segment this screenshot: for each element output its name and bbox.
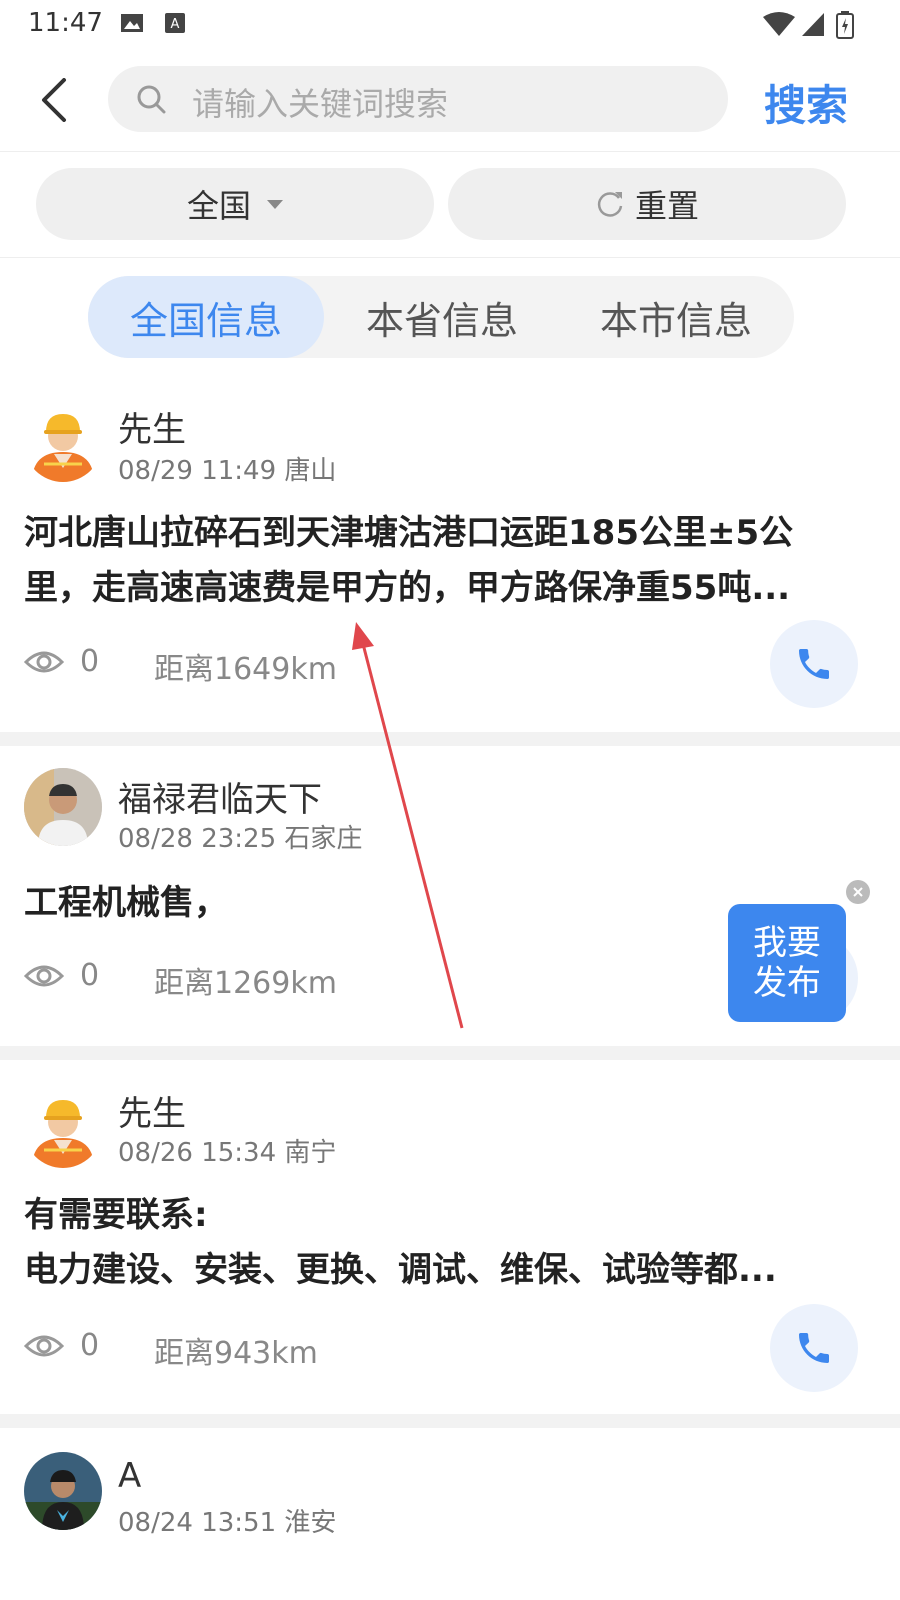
avatar — [24, 404, 102, 482]
search-input[interactable]: 请输入关键词搜索 — [108, 66, 728, 132]
worker-avatar-icon — [32, 414, 94, 482]
close-icon — [853, 887, 863, 897]
view-count: 0 — [24, 958, 99, 993]
avatar — [24, 1452, 102, 1530]
view-count-value: 0 — [80, 958, 100, 993]
post-body: 有需要联系: 电力建设、安装、更换、调试、维保、试验等都... — [24, 1188, 874, 1298]
search-icon — [137, 85, 166, 114]
publish-label-line2: 发布 — [753, 963, 821, 1003]
list-item[interactable]: A 08/24 13:51 淮安 — [0, 1428, 900, 1600]
post-meta: 08/24 13:51 淮安 — [118, 1508, 337, 1538]
poster-name: 先生 — [118, 410, 186, 450]
app-notification-icon: A — [165, 13, 185, 33]
photo-avatar-icon — [24, 768, 102, 846]
tab-national[interactable]: 全国信息 — [88, 276, 324, 358]
avatar — [24, 1090, 102, 1168]
wifi-icon — [763, 12, 795, 36]
tab-province[interactable]: 本省信息 — [324, 276, 560, 358]
image-notification-icon — [121, 14, 143, 32]
publish-close-button[interactable] — [846, 880, 870, 904]
post-body-line: 河北唐山拉碎石到天津塘沽港口运距185公里±5公 — [24, 513, 794, 553]
caret-down-icon — [267, 199, 283, 209]
phone-icon — [799, 1333, 829, 1363]
distance: 距离1269km — [154, 966, 337, 1001]
view-count: 0 — [24, 644, 99, 679]
reset-button[interactable]: 重置 — [448, 168, 846, 240]
status-time: 11:47 — [28, 8, 103, 38]
scope-tabs: 全国信息 本省信息 本市信息 — [88, 276, 794, 358]
phone-icon — [799, 649, 829, 679]
region-label: 全国 — [186, 187, 251, 225]
post-body-line: 有需要联系: — [24, 1195, 208, 1235]
publish-button[interactable]: 我要 发布 — [728, 904, 846, 1022]
publish-label-line1: 我要 — [753, 923, 821, 963]
post-meta: 08/28 23:25 石家庄 — [118, 824, 363, 854]
worker-avatar-icon — [32, 1100, 94, 1168]
post-meta: 08/26 15:34 南宁 — [118, 1138, 337, 1168]
reset-label: 重置 — [634, 187, 699, 225]
refresh-icon — [597, 192, 623, 217]
status-bar: 11:47 A — [0, 0, 900, 48]
poster-name: 先生 — [118, 1094, 186, 1134]
eye-icon — [24, 651, 64, 672]
post-meta: 08/29 11:49 唐山 — [118, 456, 337, 486]
eye-icon — [24, 965, 64, 986]
battery-icon — [836, 11, 854, 39]
eye-icon — [24, 1335, 64, 1356]
view-count-value: 0 — [80, 644, 100, 679]
divider — [0, 1414, 900, 1428]
post-body-line: 电力建设、安装、更换、调试、维保、试验等都... — [24, 1250, 777, 1290]
poster-name: 福禄君临天下 — [118, 780, 322, 820]
divider — [0, 732, 900, 746]
call-button[interactable] — [770, 620, 858, 708]
post-body-line: 里，走高速高速费是甲方的，甲方路保净重55吨... — [24, 568, 791, 608]
filter-bar: 全国 重置 — [0, 152, 900, 258]
search-placeholder: 请输入关键词搜索 — [192, 85, 449, 123]
tab-city[interactable]: 本市信息 — [558, 276, 794, 358]
view-count-value: 0 — [80, 1328, 100, 1363]
back-arrow-icon[interactable] — [36, 78, 76, 122]
distance: 距离943km — [154, 1336, 318, 1371]
search-header: 请输入关键词搜索 搜索 — [0, 48, 900, 152]
list-item[interactable]: 先生 08/29 11:49 唐山 河北唐山拉碎石到天津塘沽港口运距185公里±… — [0, 390, 900, 732]
list-item[interactable]: 先生 08/26 15:34 南宁 有需要联系: 电力建设、安装、更换、调试、维… — [0, 1060, 900, 1414]
divider — [0, 1046, 900, 1060]
poster-name: A — [118, 1456, 142, 1496]
post-body: 河北唐山拉碎石到天津塘沽港口运距185公里±5公 里，走高速高速费是甲方的，甲方… — [24, 506, 874, 616]
call-button[interactable] — [770, 1304, 858, 1392]
region-dropdown[interactable]: 全国 — [36, 168, 434, 240]
avatar — [24, 768, 102, 846]
distance: 距离1649km — [154, 652, 337, 687]
photo-avatar-icon — [24, 1452, 102, 1530]
search-button[interactable]: 搜索 — [764, 72, 848, 133]
view-count: 0 — [24, 1328, 99, 1363]
signal-icon — [802, 13, 824, 36]
svg-text:A: A — [171, 17, 180, 32]
